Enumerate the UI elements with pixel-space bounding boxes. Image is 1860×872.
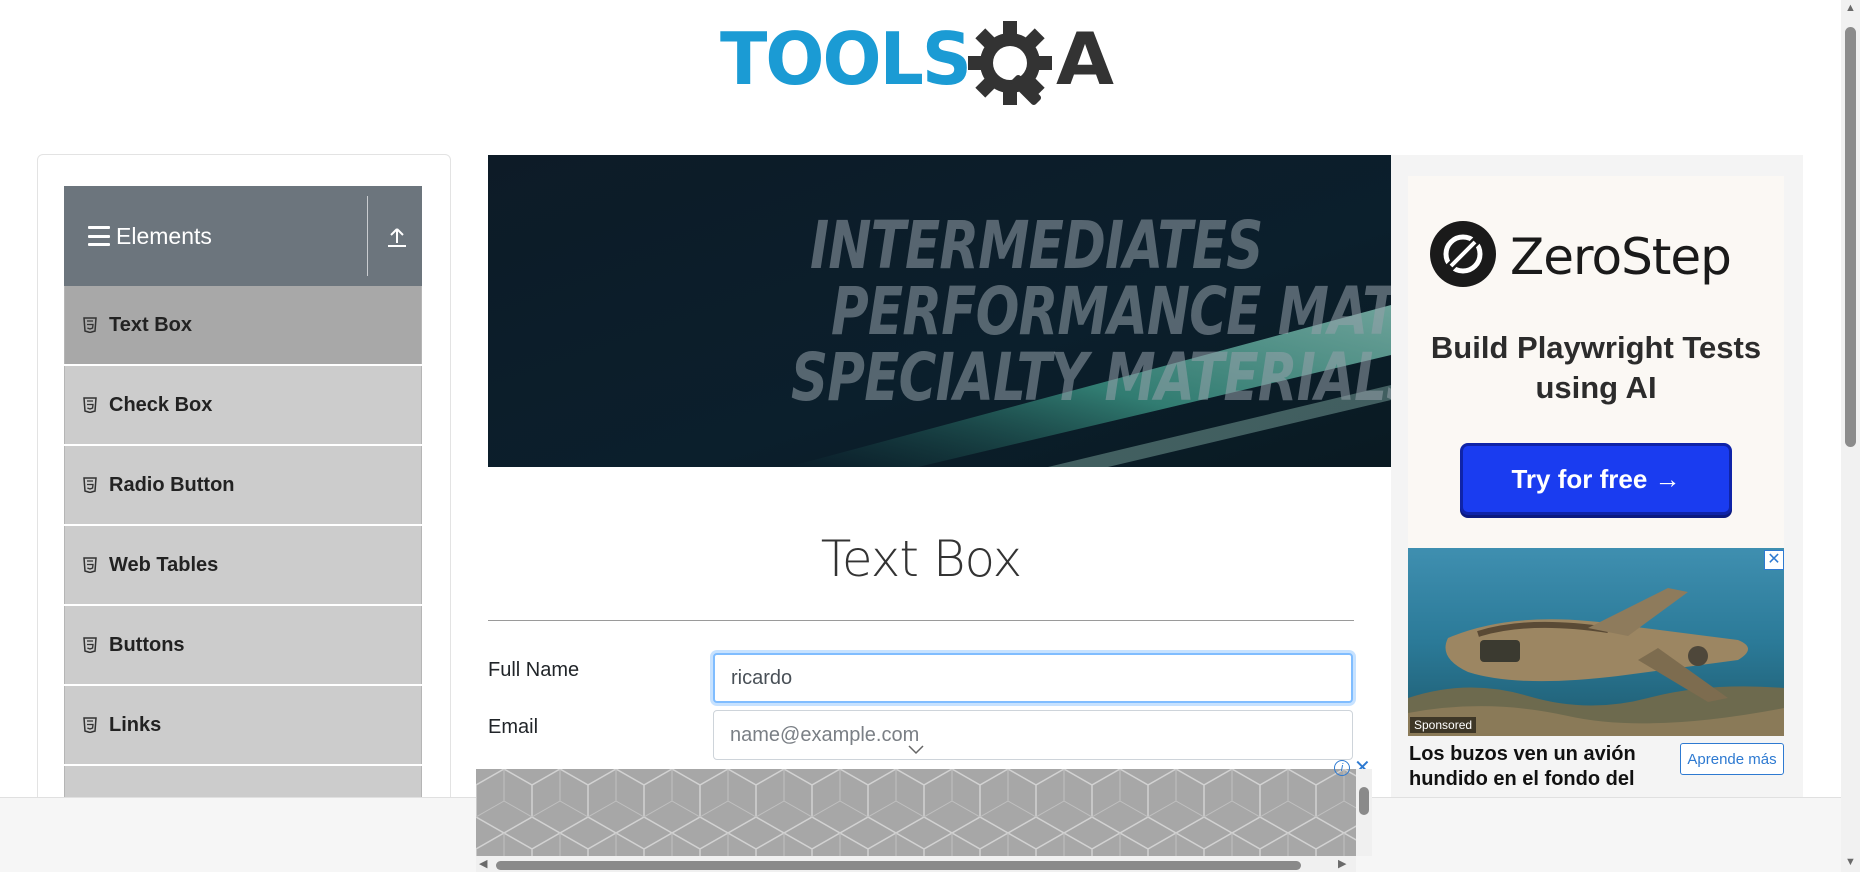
sponsored-label: Sponsored [1410, 717, 1477, 733]
ad-horizontal-scrollbar[interactable]: ◀ ▶ [476, 856, 1356, 872]
ad-photo [1408, 548, 1784, 736]
sidebar-menu: Text Box Check Box Radio Button Web Tabl… [64, 286, 422, 813]
sidebar-item-check-box[interactable]: Check Box [64, 366, 422, 444]
logo-text-a: A [1056, 18, 1114, 101]
group-title: Elements [116, 222, 212, 249]
scroll-right-arrow-icon[interactable]: ▶ [1338, 857, 1346, 870]
page-title: Text Box [820, 530, 1022, 588]
zerostep-brand: ZeroStep [1510, 228, 1732, 286]
title-divider [488, 620, 1354, 621]
scroll-left-arrow-icon[interactable]: ◀ [479, 857, 487, 870]
zerostep-logo-icon [1430, 221, 1496, 287]
learn-more-button[interactable]: Aprende más [1680, 743, 1784, 775]
email-label: Email [488, 716, 539, 738]
scroll-down-arrow-icon[interactable]: ▼ [1845, 856, 1856, 868]
hamburger-icon [88, 226, 110, 246]
html5-icon [83, 477, 97, 493]
html5-icon [83, 637, 97, 653]
toolsqa-logo[interactable]: TOOLS A [720, 18, 1125, 116]
sidebar-item-label: Buttons [109, 633, 185, 656]
try-for-free-button[interactable]: Try for free → [1460, 443, 1732, 515]
scroll-up-arrow-icon[interactable]: ▲ [1845, 2, 1856, 14]
sidebar-item-buttons[interactable]: Buttons [64, 606, 422, 684]
sidebar-item-label: Radio Button [109, 473, 235, 496]
ad-close-button[interactable]: ✕ [1764, 550, 1784, 570]
sidebar-item-radio-button[interactable]: Radio Button [64, 446, 422, 524]
ad-horizontal-scroll-thumb[interactable] [496, 861, 1301, 870]
header-divider [367, 196, 368, 276]
ad-headline[interactable]: Los buzos ven un avión hundido en el fon… [1409, 742, 1649, 797]
html5-icon [83, 717, 97, 733]
sidebar-item-label: Web Tables [109, 553, 219, 576]
zerostep-tagline: Build Playwright Tests using AI [1430, 330, 1762, 405]
email-input[interactable] [713, 710, 1353, 760]
adchoices-icon[interactable]: i [1334, 760, 1350, 776]
page-scrollbar[interactable]: ▲ ▼ [1841, 0, 1860, 872]
elements-group-header[interactable]: Elements [64, 186, 422, 286]
page-scroll-thumb[interactable] [1845, 27, 1856, 447]
autofill-chevron-icon[interactable] [906, 744, 926, 756]
html5-icon [83, 317, 97, 333]
html5-icon [83, 557, 97, 573]
full-name-input[interactable] [713, 653, 1353, 703]
full-name-label: Full Name [488, 659, 580, 681]
sunken-plane-image[interactable] [1408, 548, 1784, 736]
sidebar-item-label: Links [109, 713, 162, 736]
html5-icon [83, 397, 97, 413]
gear-magnifier-icon [968, 21, 1052, 106]
ad-vertical-scrollbar[interactable] [1356, 769, 1372, 856]
sidebar-item-text-box[interactable]: Text Box [64, 286, 422, 364]
collapse-up-icon[interactable] [382, 222, 412, 252]
ad-vertical-scroll-thumb[interactable] [1359, 787, 1369, 815]
sidebar-item-label: Check Box [109, 393, 213, 416]
promo-banner[interactable]: INTERMEDIATES PERFORMANCE MATERIALS SPEC… [488, 155, 1391, 467]
sidebar-item-web-tables[interactable]: Web Tables [64, 526, 422, 604]
sidebar-item-label: Text Box [109, 313, 192, 336]
sidebar-panel: Elements Text Box Check Box Radio Button… [37, 154, 451, 814]
banner-line-3: SPECIALTY MATERIALS [791, 339, 1391, 416]
sidebar-item-links[interactable]: Links [64, 686, 422, 764]
logo-text-tools: TOOLS [720, 18, 970, 101]
